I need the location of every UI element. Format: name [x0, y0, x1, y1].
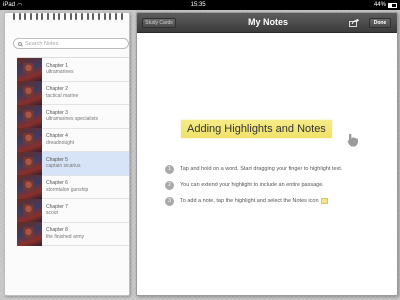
chapter-thumbnail — [17, 175, 42, 199]
chapter-title: captain sicarius — [46, 163, 81, 170]
instruction-item: 1 Tap and hold on a word. Start dragging… — [165, 161, 395, 177]
battery-percent: 44% — [373, 2, 386, 8]
chapter-item[interactable]: Chapter 7 scout — [17, 198, 129, 223]
chapter-item[interactable]: Chapter 8 the finished army — [17, 222, 129, 246]
chapter-thumbnail — [17, 81, 42, 105]
step-number-badge: 1 — [165, 164, 174, 174]
chapter-title: tactical marine — [46, 92, 79, 99]
chapter-title: stormtalon gunship — [46, 186, 89, 193]
chapter-item[interactable]: Chapter 3 ultramarines specialists — [17, 104, 129, 129]
highlighted-heading: Adding Highlights and Notes — [181, 120, 332, 138]
wifi-icon: ◠ — [17, 2, 23, 9]
chapter-title: dreadnought — [46, 139, 75, 146]
carrier-label: iPad — [3, 2, 16, 8]
notes-panel: Study Cards My Notes Done Adding Highlig… — [136, 12, 398, 296]
chapter-item[interactable]: Chapter 4 dreadnought — [17, 128, 129, 152]
spiral-binding — [13, 13, 123, 20]
instructions-list: 1 Tap and hold on a word. Start dragging… — [165, 161, 395, 209]
chapter-title: scout — [46, 210, 58, 217]
status-bar: iPad ◠ 15:35 44% — [0, 0, 400, 10]
chapter-thumbnail — [17, 151, 42, 175]
chapter-thumbnail — [17, 222, 42, 246]
search-placeholder: Search Notes — [25, 40, 59, 47]
step-number-badge: 3 — [165, 196, 174, 206]
chapter-title: the finished army — [46, 233, 85, 240]
share-icon[interactable] — [349, 19, 359, 27]
chapter-thumbnail — [17, 104, 42, 128]
chapter-thumbnail — [17, 198, 42, 222]
notes-icon — [320, 198, 328, 204]
done-button[interactable]: Done — [369, 18, 391, 28]
toolbar: Study Cards My Notes Done — [137, 13, 397, 33]
search-icon — [18, 41, 22, 46]
clock: 15:35 — [190, 2, 206, 8]
instruction-item: 2 You can extend your highlight to inclu… — [165, 177, 395, 193]
chapter-list: Chapter 1 ultramarines Chapter 2 tactica… — [17, 57, 129, 246]
instruction-item: 3 To add a note, tap the highlight and s… — [165, 193, 395, 209]
chapter-item[interactable]: Chapter 1 ultramarines — [17, 57, 129, 82]
notes-sidebar: Search Notes Chapter 1 ultramarines Chap… — [4, 12, 130, 296]
chapter-item-selected[interactable]: Chapter 5 captain sicarius — [17, 151, 129, 176]
chapter-title: ultramarines specialists — [46, 116, 98, 123]
chapter-thumbnail — [17, 128, 42, 152]
chapter-title: ultramarines — [46, 69, 74, 76]
notes-content: Adding Highlights and Notes 1 Tap and ho… — [137, 33, 397, 295]
instruction-text: Tap and hold on a word. Start dragging y… — [180, 166, 343, 172]
chapter-thumbnail — [17, 57, 42, 81]
search-notes-input[interactable]: Search Notes — [13, 38, 129, 49]
hand-pointer-icon — [347, 133, 358, 147]
battery-icon — [387, 2, 397, 8]
step-number-badge: 2 — [165, 180, 174, 190]
chapter-item[interactable]: Chapter 6 stormtalon gunship — [17, 175, 129, 199]
instruction-text: You can extend your highlight to include… — [180, 182, 324, 188]
instruction-text: To add a note, tap the highlight and sel… — [180, 198, 319, 204]
chapter-item[interactable]: Chapter 2 tactical marine — [17, 81, 129, 105]
